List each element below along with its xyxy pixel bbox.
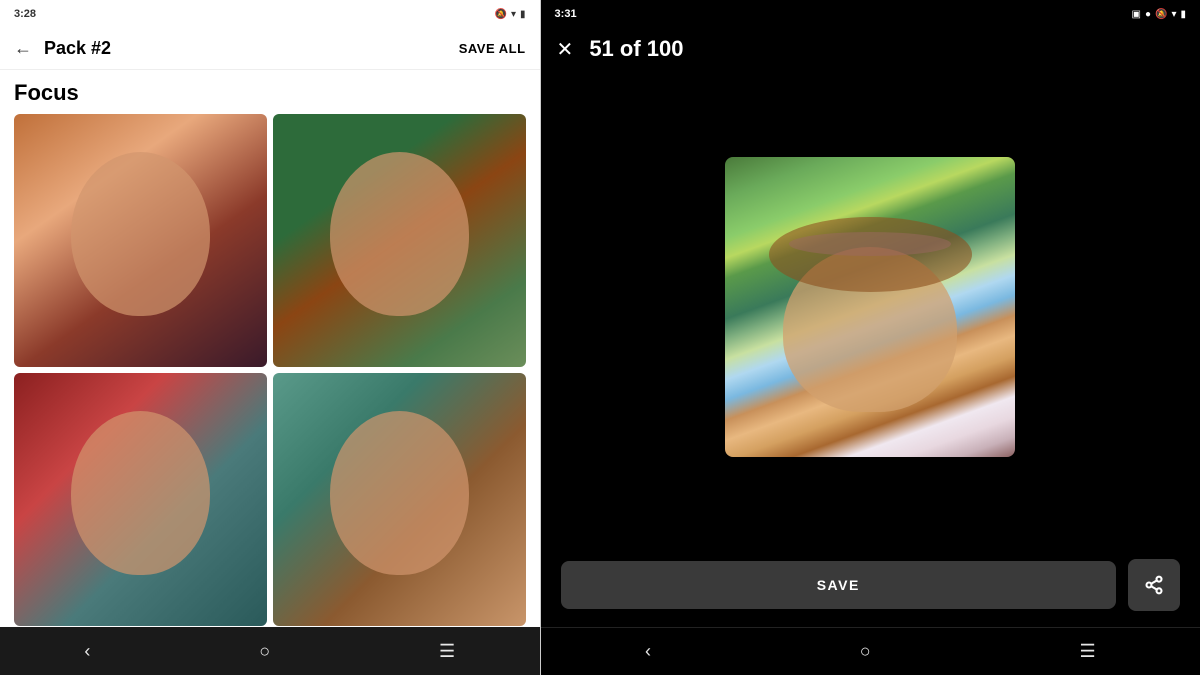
battery-icon: ▮ <box>520 9 526 20</box>
back-button-left[interactable]: ← <box>14 38 32 59</box>
grid-item-2[interactable] <box>273 114 526 367</box>
status-bar-right: 3:31 ▣ ● 🔕 ▾ ▮ <box>541 0 1200 28</box>
save-all-button[interactable]: SAVE ALL <box>459 41 526 56</box>
bottom-nav-left: ‹ ○ ☰ <box>0 627 540 675</box>
save-button-right[interactable]: SAVE <box>561 561 1116 609</box>
pack-title: Pack #2 <box>44 38 459 59</box>
left-status-icons: 🔕 ▾ ▮ <box>495 9 526 20</box>
close-button[interactable]: ✕ <box>557 37 574 62</box>
right-time: 3:31 <box>555 8 577 20</box>
dot-icon: ● <box>1145 9 1151 20</box>
image-counter: 51 of 100 <box>589 36 683 62</box>
share-icon <box>1144 575 1164 595</box>
main-image-container <box>541 70 1200 543</box>
mute-icon: 🔕 <box>1155 9 1167 20</box>
viewer-nav: ✕ 51 of 100 <box>541 28 1200 70</box>
bottom-nav-right: ‹ ○ ☰ <box>541 627 1200 675</box>
share-button[interactable] <box>1128 559 1180 611</box>
nav-menu-left[interactable]: ☰ <box>439 641 455 662</box>
left-time: 3:28 <box>14 8 36 20</box>
nav-home-right[interactable]: ○ <box>860 641 871 662</box>
nav-back-left[interactable]: ‹ <box>84 641 90 662</box>
status-bar-left: 3:28 🔕 ▾ ▮ <box>0 0 540 28</box>
nav-back-right[interactable]: ‹ <box>645 641 651 662</box>
grid-item-3[interactable] <box>14 373 267 626</box>
top-nav-left: ← Pack #2 SAVE ALL <box>0 28 540 70</box>
main-image-display[interactable] <box>725 157 1015 457</box>
image-grid <box>14 114 526 627</box>
image-grid-container <box>0 114 540 627</box>
action-buttons: SAVE <box>541 543 1200 627</box>
battery-icon-right: ▮ <box>1180 9 1186 20</box>
flower-crown-overlay <box>789 232 951 256</box>
nav-home-left[interactable]: ○ <box>259 641 270 662</box>
left-panel: 3:28 🔕 ▾ ▮ ← Pack #2 SAVE ALL Focus <box>0 0 540 675</box>
camera-icon: ▣ <box>1132 9 1141 20</box>
wifi-icon: ▾ <box>511 9 516 20</box>
right-panel: 3:31 ▣ ● 🔕 ▾ ▮ ✕ 51 of 100 SAVE <box>541 0 1200 675</box>
wifi-icon-right: ▾ <box>1171 9 1176 20</box>
alarm-icon: 🔕 <box>495 9 507 20</box>
grid-item-1[interactable] <box>14 114 267 367</box>
nav-menu-right[interactable]: ☰ <box>1079 641 1095 662</box>
grid-item-4[interactable] <box>273 373 526 626</box>
section-label: Focus <box>0 70 540 114</box>
right-status-icons: ▣ ● 🔕 ▾ ▮ <box>1132 9 1187 20</box>
